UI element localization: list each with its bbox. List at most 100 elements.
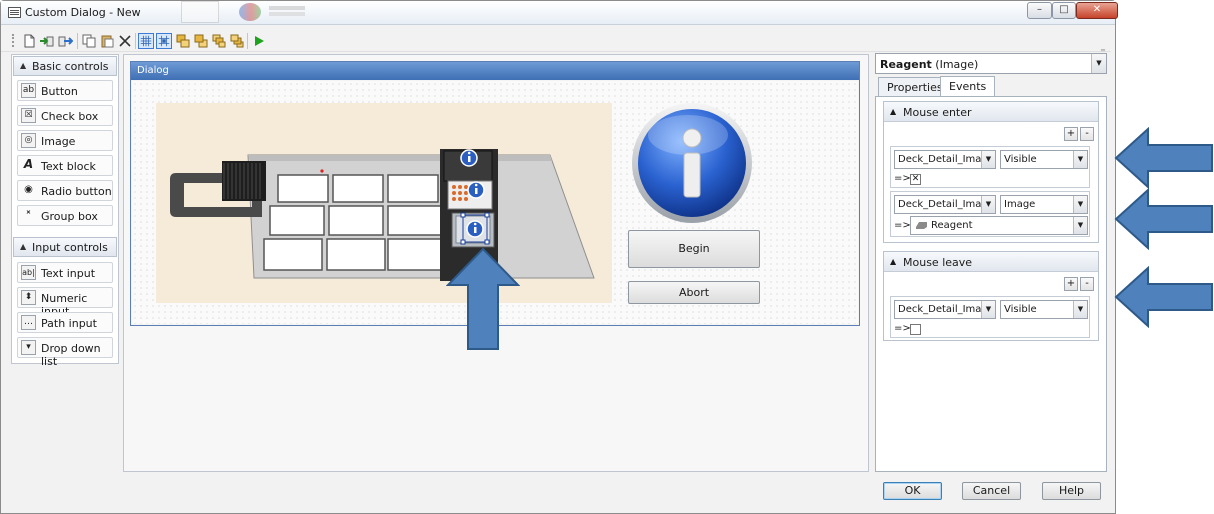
collapse-caret-icon[interactable]: ▲ — [20, 242, 26, 251]
action-property-combo[interactable]: Image ▼ — [1000, 195, 1088, 214]
check-box-control-icon: ☒ — [21, 108, 36, 123]
delete-icon[interactable] — [117, 33, 133, 49]
remove-action-button[interactable]: - — [1080, 127, 1094, 141]
send-to-back-icon[interactable] — [193, 33, 209, 49]
toolbox-item-label: Text block — [41, 160, 96, 173]
collapse-caret-icon[interactable]: ▲ — [20, 61, 26, 70]
help-button[interactable]: Help — [1042, 482, 1101, 500]
visible-checkbox-checked[interactable]: ✕ — [910, 174, 921, 185]
window-icon — [8, 7, 21, 18]
action-target-value: Deck_Detail_Image — [898, 199, 994, 210]
tab-events[interactable]: Events — [940, 76, 996, 97]
toolbox-item-path-input[interactable]: … Path input — [17, 312, 113, 333]
toolbox-item-label: Radio button — [41, 185, 112, 198]
bring-forward-icon[interactable] — [211, 33, 227, 49]
action-property-value: Visible — [1004, 154, 1037, 165]
mouse-leave-title: Mouse leave — [903, 256, 973, 269]
minimize-button[interactable]: – — [1027, 2, 1052, 19]
toolbox-item-text-block[interactable]: A Text block — [17, 155, 113, 176]
chevron-down-icon[interactable]: ▼ — [1073, 301, 1087, 318]
chevron-down-icon[interactable]: ▼ — [981, 151, 995, 168]
deck-detail-image[interactable] — [156, 103, 612, 303]
paste-icon[interactable] — [99, 33, 115, 49]
toolbox-item-label: Group box — [41, 210, 98, 223]
bring-to-front-icon[interactable] — [175, 33, 191, 49]
action-target-combo[interactable]: Deck_Detail_Image ▼ — [894, 195, 996, 214]
title-bar: Custom Dialog - New – □ ✕ — [1, 1, 1118, 25]
object-selector-combo[interactable]: Reagent (Image) ▼ — [875, 53, 1107, 74]
toolbar-grip[interactable] — [12, 34, 16, 47]
new-file-icon[interactable] — [21, 33, 37, 49]
export-icon[interactable] — [57, 33, 73, 49]
import-icon[interactable] — [39, 33, 55, 49]
deck-illustration — [170, 149, 595, 281]
toolbox-item-text-input[interactable]: ab| Text input — [17, 262, 113, 283]
mouse-enter-header[interactable]: ▲ Mouse enter — [884, 102, 1098, 122]
assign-arrow: => — [894, 323, 911, 334]
assign-arrow: => — [894, 220, 911, 231]
remove-action-button[interactable]: - — [1080, 277, 1094, 291]
toolbox-item-check-box[interactable]: ☒ Check box — [17, 105, 113, 126]
maximize-icon: □ — [1059, 4, 1069, 15]
action-property-value: Image — [1004, 199, 1036, 210]
action-target-value: Deck_Detail_Image — [898, 154, 994, 165]
copy-icon[interactable] — [81, 33, 97, 49]
assign-arrow: => — [894, 173, 911, 184]
toolbar-separator — [247, 33, 248, 49]
toolbox-item-label: Image — [41, 135, 76, 148]
group-box-control-icon: ˣ — [26, 209, 31, 220]
radio-button-control-icon: ◉ — [24, 184, 33, 195]
ok-button[interactable]: OK — [883, 482, 942, 500]
chevron-down-icon[interactable]: ▼ — [1091, 54, 1106, 73]
visible-checkbox-unchecked[interactable] — [910, 324, 921, 335]
toolbox-item-label: Path input — [41, 317, 97, 330]
chevron-down-icon[interactable]: ▼ — [1073, 151, 1087, 168]
background-taskbar-thumbnail — [181, 1, 311, 23]
add-action-button[interactable]: + — [1064, 277, 1078, 291]
info-icon[interactable] — [630, 101, 754, 225]
maximize-button[interactable]: □ — [1052, 2, 1076, 19]
dialog-title-bar: Dialog — [131, 62, 859, 80]
abort-button[interactable]: Abort — [628, 281, 760, 304]
grid-icon[interactable] — [138, 33, 154, 49]
mouse-enter-group: ▲ Mouse enter + - Deck_Detail_Image ▼ Visi… — [883, 101, 1099, 243]
path-input-control-icon: … — [21, 315, 36, 330]
action-row: Deck_Detail_Image ▼ Image ▼ => Reagent ▼ — [890, 191, 1090, 237]
toolbox-item-group-box[interactable]: ˣ Group box — [17, 205, 113, 226]
custom-dialog-window: Custom Dialog - New – □ ✕ ‗ ▲ Basic cont… — [0, 0, 1118, 514]
collapse-caret-icon[interactable]: ▲ — [890, 107, 896, 116]
chevron-down-icon[interactable]: ▼ — [981, 196, 995, 213]
input-controls-title: Input controls — [32, 241, 108, 254]
toolbox-item-image[interactable]: ◎ Image — [17, 130, 113, 151]
numeric-input-control-icon: ⬍ — [21, 290, 36, 305]
input-controls-header[interactable]: ▲ Input controls — [13, 237, 117, 257]
action-property-combo[interactable]: Visible ▼ — [1000, 300, 1088, 319]
chevron-down-icon[interactable]: ▼ — [1073, 217, 1087, 234]
snap-icon[interactable] — [156, 33, 172, 49]
button-control-icon: ab — [21, 83, 36, 98]
basic-controls-header[interactable]: ▲ Basic controls — [13, 56, 117, 76]
chevron-down-icon[interactable]: ▼ — [981, 301, 995, 318]
chevron-down-icon[interactable]: ▼ — [1073, 196, 1087, 213]
run-icon[interactable] — [251, 33, 267, 49]
begin-button[interactable]: Begin — [628, 230, 760, 268]
action-value-combo[interactable]: Reagent ▼ — [910, 216, 1088, 235]
toolbar-overflow-grip[interactable]: ‗ — [1101, 42, 1105, 51]
send-backward-icon[interactable] — [229, 33, 245, 49]
action-target-combo[interactable]: Deck_Detail_Image ▼ — [894, 150, 996, 169]
toolbar-separator — [77, 33, 78, 49]
mouse-leave-header[interactable]: ▲ Mouse leave — [884, 252, 1098, 272]
action-target-value: Deck_Detail_Image — [898, 304, 994, 315]
toolbox-item-numeric-input[interactable]: ⬍Numeric input — [17, 287, 113, 318]
toolbox-item-label: Check box — [41, 110, 99, 123]
add-action-button[interactable]: + — [1064, 127, 1078, 141]
action-property-combo[interactable]: Visible ▼ — [1000, 150, 1088, 169]
toolbox-item-radio-button[interactable]: ◉ Radio button — [17, 180, 113, 201]
action-target-combo[interactable]: Deck_Detail_Image ▼ — [894, 300, 996, 319]
drop-down-list-control-icon: ▾ — [21, 340, 36, 355]
cancel-button[interactable]: Cancel — [962, 482, 1021, 500]
close-button[interactable]: ✕ — [1076, 2, 1118, 19]
toolbox-item-drop-down-list[interactable]: ▾ Drop down list — [17, 337, 113, 368]
collapse-caret-icon[interactable]: ▲ — [890, 257, 896, 266]
toolbox-item-button[interactable]: ab Button — [17, 80, 113, 101]
